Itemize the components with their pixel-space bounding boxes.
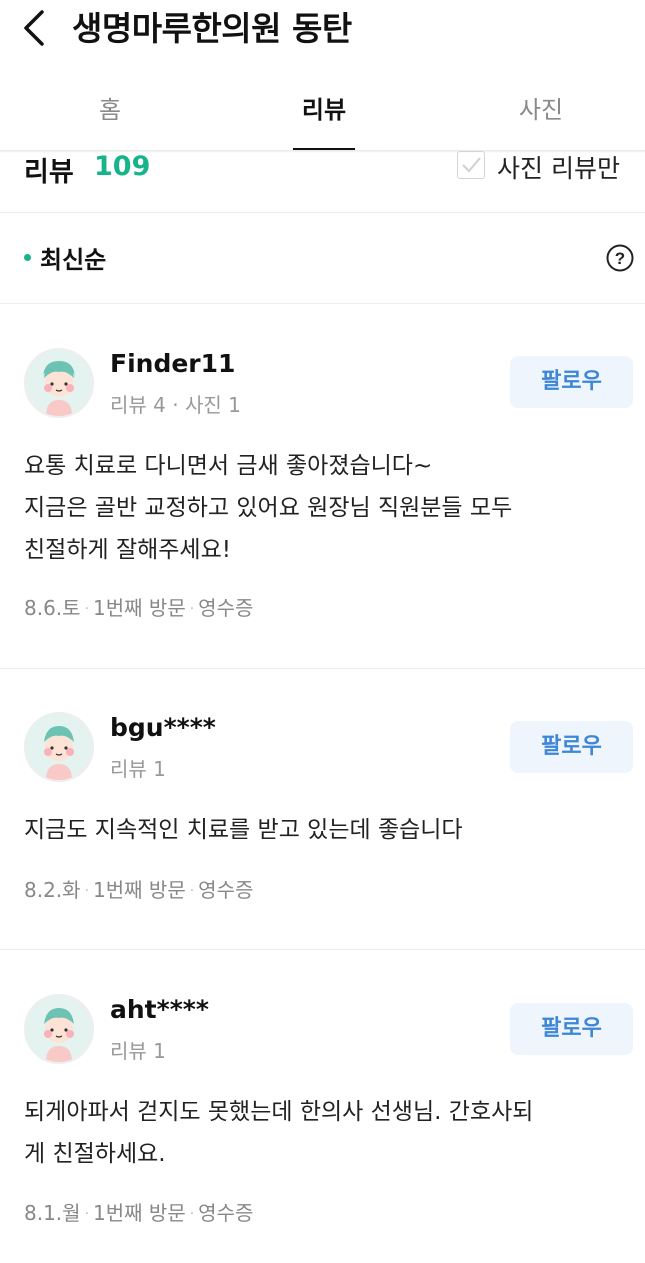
review-text: 되게아파서 걷지도 못했는데 한의사 선생님. 간호사되 게 친절하세요. (24, 1099, 534, 1167)
follow-button[interactable]: 팔로우 (510, 356, 633, 408)
receipt-tag: 영수증 (198, 1201, 254, 1225)
chevron-left-icon (24, 10, 44, 46)
avatar[interactable] (24, 994, 94, 1064)
reviewer-stats: 리뷰 1 (110, 1039, 166, 1063)
help-icon[interactable]: ? (606, 244, 634, 272)
visit-date: 8.2.화 (24, 878, 81, 902)
sort-latest-option[interactable]: 최신순 (40, 240, 106, 275)
review-text: 지금도 지속적인 치료를 받고 있는데 좋습니다 (24, 817, 463, 843)
tab-home[interactable]: 홈 (50, 90, 170, 125)
user-avatar-icon (26, 996, 92, 1062)
review-meta: 8.2.화 · 1번째 방문 · 영수증 (24, 878, 254, 902)
visit-count: 1번째 방문 (93, 596, 186, 620)
visit-date: 8.1.월 (24, 1201, 81, 1225)
reviewer-name[interactable]: Finder11 (110, 349, 235, 378)
review-count-label: 리뷰 (24, 157, 74, 188)
review-summary: 리뷰 109 사진 리뷰만 (0, 150, 645, 212)
review-count: 109 (94, 151, 151, 182)
review-meta: 8.6.토 · 1번째 방문 · 영수증 (24, 596, 254, 620)
photo-only-label: 사진 리뷰만 (497, 154, 620, 183)
review-text: 요통 치료로 다니면서 금새 좋아졌습니다~ 지금은 골반 교정하고 있어요 원… (24, 453, 513, 563)
receipt-tag: 영수증 (198, 596, 254, 620)
visit-count: 1번째 방문 (93, 878, 186, 902)
reviewer-name[interactable]: aht**** (110, 995, 209, 1024)
reviewer-stats: 리뷰 4 · 사진 1 (110, 393, 241, 417)
back-button[interactable] (18, 6, 54, 46)
divider (0, 668, 645, 669)
page-title: 생명마루한의원 동탄 (72, 9, 352, 48)
user-avatar-icon (26, 350, 92, 416)
reviewer-name[interactable]: bgu**** (110, 713, 216, 742)
tab-reviews[interactable]: 리뷰 (264, 90, 384, 125)
follow-button[interactable]: 팔로우 (510, 1003, 633, 1055)
receipt-tag: 영수증 (198, 878, 254, 902)
top-bar: 생명마루한의원 동탄 (0, 0, 645, 50)
sort-active-dot (24, 254, 31, 261)
visit-count: 1번째 방문 (93, 1201, 186, 1225)
sort-bar: 최신순 ? (0, 213, 645, 303)
check-icon (462, 157, 481, 173)
avatar[interactable] (24, 348, 94, 418)
divider (0, 949, 645, 950)
user-avatar-icon (26, 714, 92, 780)
reviewer-stats: 리뷰 1 (110, 757, 166, 781)
avatar[interactable] (24, 712, 94, 782)
divider (0, 303, 645, 304)
svg-text:?: ? (615, 249, 625, 268)
review-meta: 8.1.월 · 1번째 방문 · 영수증 (24, 1201, 254, 1225)
follow-button[interactable]: 팔로우 (510, 721, 633, 773)
visit-date: 8.6.토 (24, 596, 81, 620)
tab-bar: 홈 리뷰 사진 (0, 72, 645, 151)
photo-only-checkbox[interactable] (457, 151, 485, 179)
tab-photos[interactable]: 사진 (481, 90, 601, 125)
